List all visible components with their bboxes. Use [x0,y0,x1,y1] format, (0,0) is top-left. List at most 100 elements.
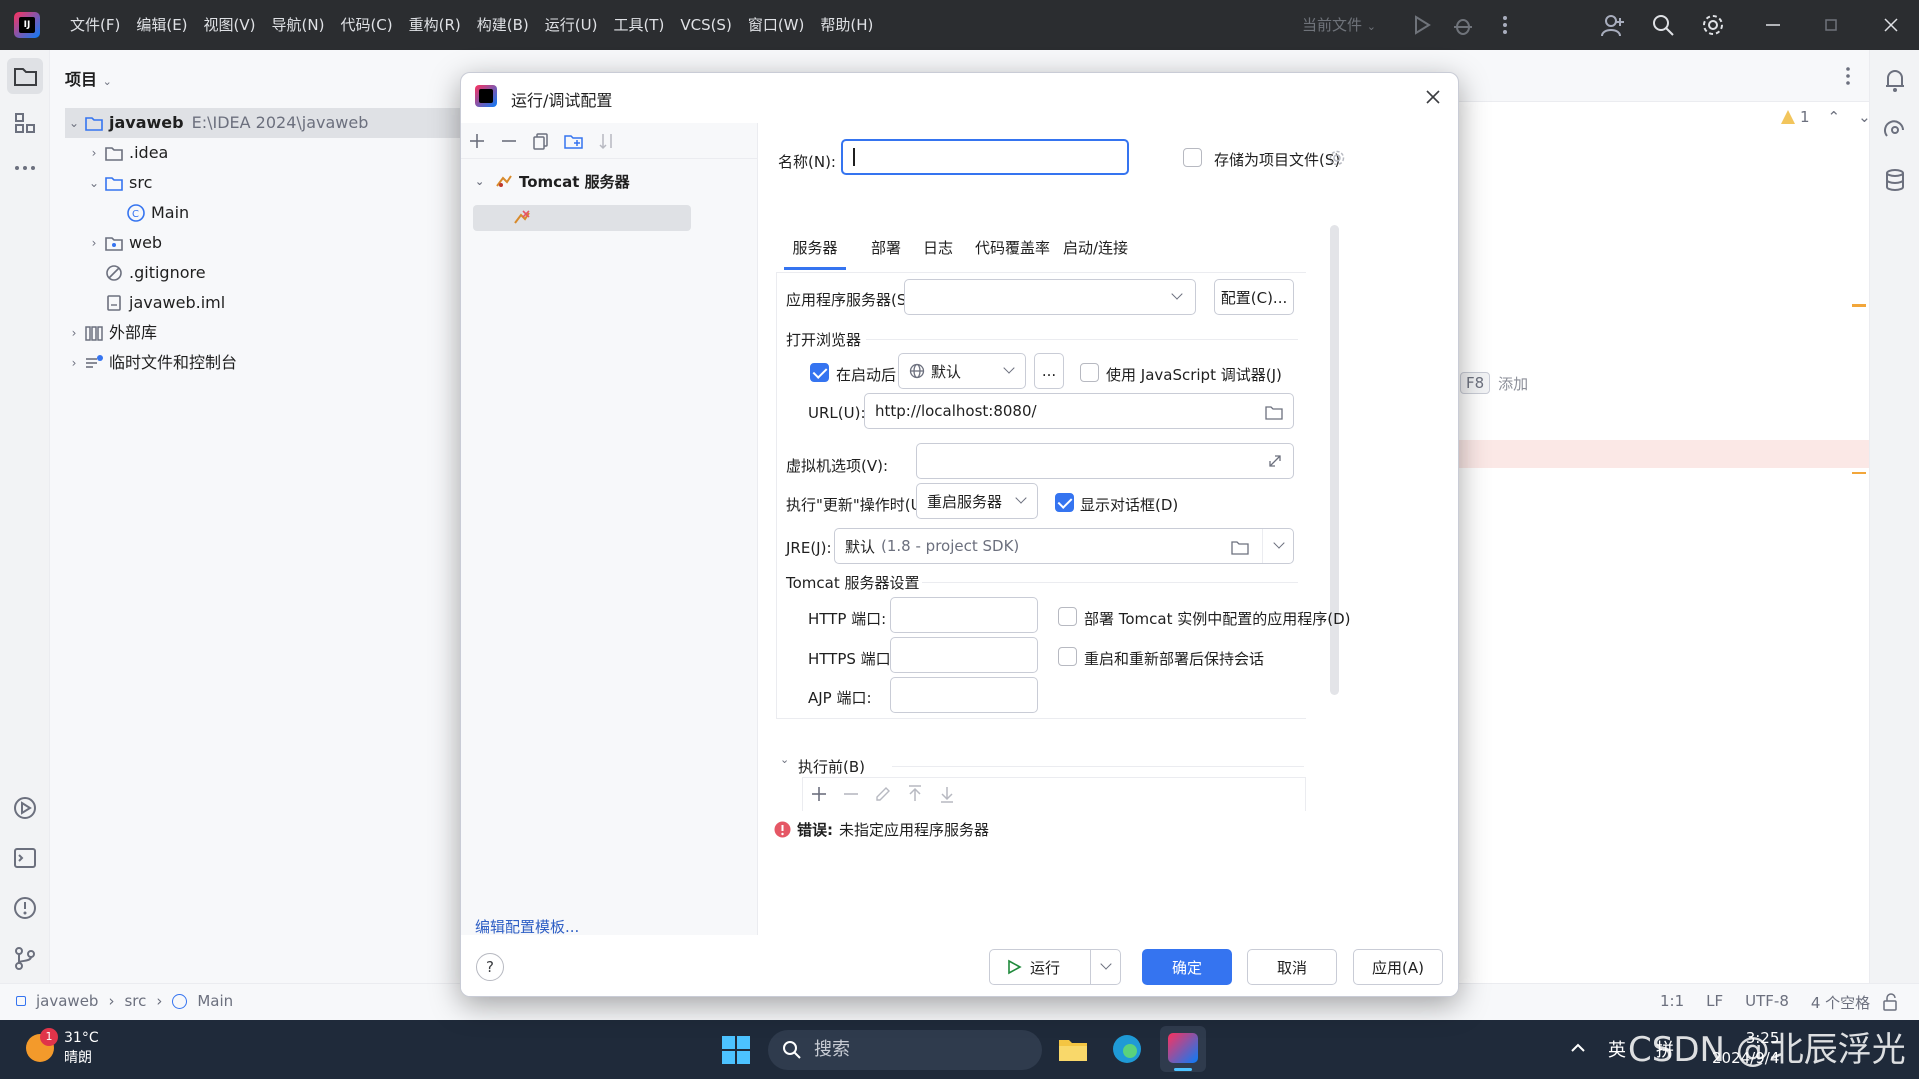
tab-deployment[interactable]: 部署 [869,226,903,270]
store-as-project-file-checkbox[interactable] [1183,148,1202,167]
structure-tool-icon[interactable] [7,105,43,141]
add-icon[interactable] [809,784,829,804]
dialog-title-bar[interactable]: 运行/调试配置 [461,73,1458,123]
tree-item-iml[interactable]: javaweb.iml [103,288,225,318]
tab-logs[interactable]: 日志 [921,226,955,270]
file-encoding[interactable]: UTF-8 [1745,992,1789,1013]
inspection-widget[interactable]: 1 ⌃ ⌄ [1780,108,1871,126]
deploy-apps-checkbox[interactable] [1058,607,1077,626]
windows-start-icon[interactable] [720,1034,752,1066]
menu-vcs[interactable]: VCS(S) [672,0,739,50]
url-input[interactable]: http://localhost:8080/ [864,393,1294,429]
tab-code-coverage[interactable]: 代码覆盖率 [973,226,1052,270]
move-down-icon[interactable] [937,784,957,804]
ajp-port-input[interactable] [890,677,1038,713]
run-dropdown-chevron-icon[interactable] [1100,958,1112,970]
menu-window[interactable]: 窗口(W) [740,0,813,50]
settings-gear-icon[interactable] [1328,149,1346,167]
before-launch-label[interactable]: 执行前(B) [798,756,865,777]
chevron-down-icon[interactable]: ⌄ [65,108,83,138]
app-server-select[interactable] [904,279,1196,315]
help-button[interactable]: ? [476,953,504,981]
intellij-taskbar-button[interactable] [1160,1026,1206,1072]
menu-refactor[interactable]: 重构(R) [401,0,469,50]
menu-file[interactable]: 文件(F) [62,0,128,50]
git-icon[interactable] [7,940,43,976]
problems-icon[interactable] [7,890,43,926]
remove-icon[interactable] [499,131,519,151]
terminal-icon[interactable] [7,840,43,876]
menu-run[interactable]: 运行(U) [537,0,606,50]
tree-item-scratches[interactable]: › 临时文件和控制台 [65,348,237,378]
preserve-sessions-checkbox[interactable] [1058,647,1077,666]
on-update-select[interactable]: 重启服务器 [916,483,1038,519]
chevron-up-icon[interactable]: ⌃ [1828,108,1841,126]
chevron-down-icon[interactable]: ⌄ [780,753,789,766]
tree-item-web[interactable]: › web [85,228,163,258]
ok-button[interactable]: 确定 [1142,949,1232,985]
search-icon[interactable] [1650,12,1676,38]
breadcrumb-item[interactable]: src [124,992,146,1010]
browser-select[interactable]: 默认 [898,353,1026,389]
add-icon[interactable] [467,131,487,151]
copy-icon[interactable] [531,131,551,151]
tree-item-idea[interactable]: › .idea [85,138,169,168]
taskbar-search[interactable]: 搜索 [768,1030,1042,1070]
weather-widget[interactable]: 31°C 晴朗 [64,1028,99,1068]
menu-code[interactable]: 代码(C) [332,0,400,50]
project-panel-header[interactable]: 项目 ⌄ [65,66,112,90]
chevron-right-icon[interactable]: › [85,228,103,258]
tree-item-external-libraries[interactable]: › 外部库 [65,318,157,348]
services-icon[interactable] [7,790,43,826]
show-dialog-checkbox[interactable] [1055,493,1074,512]
apply-button[interactable]: 应用(A) [1353,949,1443,985]
remove-icon[interactable] [841,784,861,804]
breadcrumb-item[interactable]: Main [197,992,233,1010]
settings-gear-icon[interactable] [1700,12,1726,38]
expand-icon[interactable] [1267,453,1283,469]
configure-button[interactable]: 配置(C)... [1214,279,1294,315]
chevron-right-icon[interactable]: › [65,318,83,348]
database-icon[interactable] [1877,162,1913,198]
menu-help[interactable]: 帮助(H) [812,0,881,50]
after-launch-checkbox[interactable] [810,363,829,382]
clock[interactable]: 3:25 2024/9/4 [1712,1028,1779,1068]
project-tool-button[interactable] [7,58,43,94]
run-config-selector[interactable]: 当前文件 ⌄ [1302,0,1376,50]
tray-chevron-up-icon[interactable] [1568,1038,1588,1058]
debug-icon[interactable] [1450,12,1476,38]
intellij-logo-icon[interactable]: IJ [14,12,40,38]
menu-navigate[interactable]: 导航(N) [264,0,333,50]
move-up-icon[interactable] [905,784,925,804]
more-tools-icon[interactable] [7,150,43,186]
ime-indicator[interactable]: 英 [1608,1036,1626,1062]
http-port-input[interactable] [890,597,1038,633]
notifications-bell-icon[interactable] [1877,62,1913,98]
js-debugger-checkbox[interactable] [1080,363,1099,382]
restore-icon[interactable] [1818,12,1844,38]
chevron-right-icon[interactable]: › [85,138,103,168]
line-separator[interactable]: LF [1706,992,1723,1013]
menu-tools[interactable]: 工具(T) [605,0,672,50]
editor-more-icon[interactable] [1836,64,1860,88]
tab-server[interactable]: 服务器 [784,226,846,270]
name-input[interactable] [841,139,1129,175]
add-user-icon[interactable] [1600,12,1626,38]
folder-icon[interactable] [1265,404,1283,420]
menu-view[interactable]: 视图(V) [196,0,264,50]
chevron-down-icon[interactable]: ⌄ [1858,108,1871,126]
browser-options-button[interactable]: ... [1034,353,1064,389]
chevron-down-icon[interactable]: ⌄ [475,175,489,188]
jre-select[interactable]: 默认 (1.8 - project SDK) [834,528,1294,564]
folder-icon[interactable] [1231,539,1249,555]
run-icon[interactable] [1408,12,1434,38]
tree-item-unnamed-config[interactable] [473,205,691,231]
ime-mode-indicator[interactable]: 拼 [1656,1036,1674,1062]
https-port-input[interactable] [890,637,1038,673]
tree-item-src[interactable]: ⌄ src [85,168,152,198]
weather-sun-icon[interactable]: 1 [26,1028,58,1062]
chevron-down-icon[interactable] [1273,537,1285,549]
cancel-button[interactable]: 取消 [1247,949,1337,985]
vm-options-input[interactable] [916,443,1294,479]
indent-setting[interactable]: 4 个空格 [1811,992,1870,1013]
